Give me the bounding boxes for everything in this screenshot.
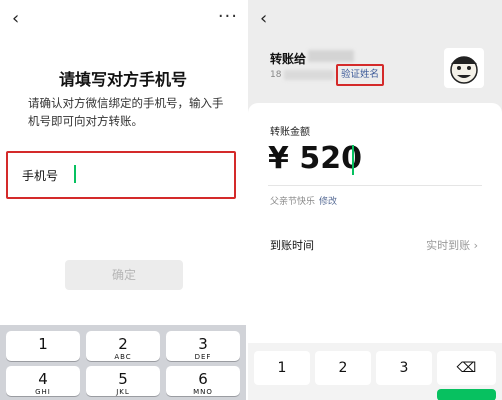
key-2[interactable]: 2 [315,351,371,385]
key-2[interactable]: 2 ABC [86,331,160,361]
avatar [444,48,484,88]
transfer-remark: 父亲节快乐 修改 [270,194,337,207]
key-letters: DEF [194,353,212,361]
backspace-key[interactable]: ⌫ [437,351,496,385]
key-letters: JKL [116,388,130,396]
phone-field-label: 手机号 [22,169,59,183]
verify-name-link[interactable]: 验证姓名 [336,64,384,86]
amount-keypad: 1 2 3 ⌫ [248,343,502,400]
key-6[interactable]: 6 MNO [166,366,240,396]
account-prefix: 18 [270,70,282,80]
key-number: 3 [198,335,208,353]
amount-value[interactable]: ¥ 520 [268,141,362,176]
key-4[interactable]: 4 GHI [6,366,80,396]
numeric-keypad: 1 2 ABC 3 DEF 4 GHI 5 JKL 6 MNO [0,325,246,400]
key-letters: ABC [114,353,132,361]
payee-label: 转账给 [270,52,307,66]
key-5[interactable]: 5 JKL [86,366,160,396]
phone-number-field[interactable]: 手机号 [6,151,236,199]
phone-transfer-screen: ‹ ··· 请填写对方手机号 请确认对方微信绑定的手机号，输入手机号即可向对方转… [0,0,246,400]
confirm-button[interactable]: 确定 [65,260,183,290]
key-3[interactable]: 3 DEF [166,331,240,361]
key-1[interactable]: 1 [6,331,80,361]
page-description: 请确认对方微信绑定的手机号，输入手机号即可向对方转账。 [28,96,224,128]
blurred-name [308,50,354,62]
remark-edit-link[interactable]: 修改 [319,197,337,207]
text-caret [74,165,76,183]
back-icon[interactable]: ‹ [12,10,19,28]
key-number: 1 [38,335,48,353]
key-number: 5 [118,370,128,388]
key-1[interactable]: 1 [254,351,310,385]
remark-text: 父亲节快乐 [270,197,316,207]
arrival-time-value[interactable]: 实时到账 › [426,237,478,253]
transfer-card: 转账金额 ¥ 520 父亲节快乐 修改 到账时间 实时到账 › 1 2 3 ⌫ [248,103,502,400]
key-3[interactable]: 3 [376,351,432,385]
key-number: 6 [198,370,208,388]
key-number: 2 [118,335,128,353]
arrival-time-label: 到账时间 [270,239,314,252]
page-title: 请填写对方手机号 [58,70,187,89]
key-letters: MNO [193,388,213,396]
key-letters: GHI [35,388,51,396]
key-number: 4 [38,370,48,388]
amount-label: 转账金额 [270,127,310,138]
blurred-account [284,70,334,80]
transfer-submit-button[interactable] [437,389,496,400]
back-icon[interactable]: ‹ [260,10,267,28]
amount-underline [268,185,482,186]
more-icon[interactable]: ··· [218,6,238,27]
amount-caret [352,145,354,175]
transfer-amount-screen: ‹ 转账给 18 验证姓名 转账金额 ¥ 520 父亲节快乐 修改 到账时间 实时… [248,0,502,400]
